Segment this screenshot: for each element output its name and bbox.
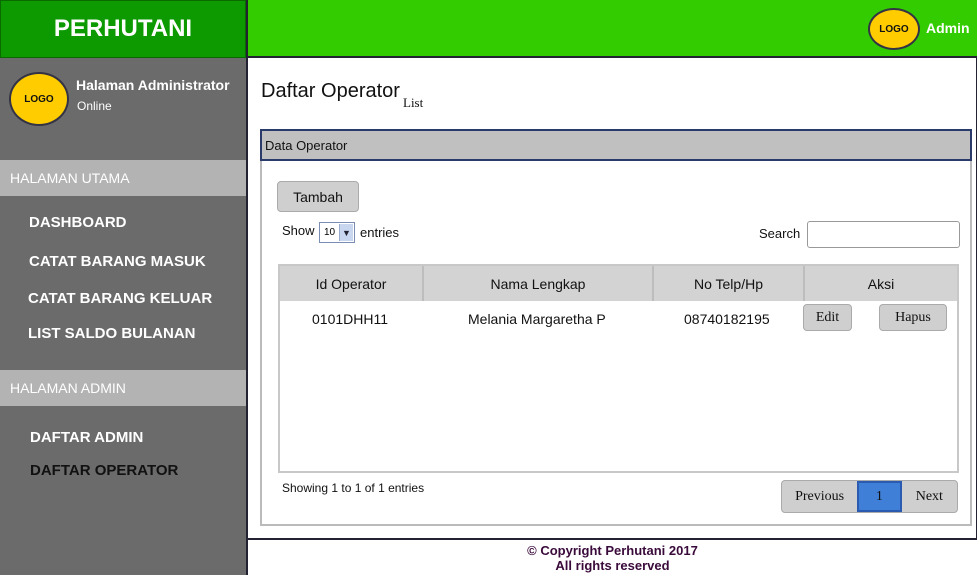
cell-name: Melania Margaretha P bbox=[468, 311, 606, 327]
topbar-logo-text: LOGO bbox=[879, 23, 909, 35]
search-input[interactable] bbox=[807, 221, 960, 248]
main-content: Daftar Operator List Data Operator Tamba… bbox=[246, 58, 977, 538]
operator-panel: Data Operator Tambah Show 10 ▼ entries S… bbox=[260, 129, 972, 526]
column-header-name[interactable]: Nama Lengkap bbox=[424, 266, 654, 301]
operator-table: Id Operator Nama Lengkap No Telp/Hp Aksi… bbox=[278, 264, 959, 473]
delete-button[interactable]: Hapus bbox=[879, 304, 947, 331]
sidebar-item-dashboard[interactable]: DASHBOARD bbox=[29, 214, 127, 231]
table-info: Showing 1 to 1 of 1 entries bbox=[282, 481, 425, 495]
show-label: Show bbox=[282, 223, 315, 238]
topbar-logo[interactable]: LOGO bbox=[868, 8, 920, 50]
footer-copyright: © Copyright Perhutani 2017 bbox=[527, 543, 698, 558]
footer-rights: All rights reserved bbox=[555, 558, 670, 573]
sidebar-user-status: Online bbox=[77, 99, 112, 113]
sidebar-item-daftar-admin[interactable]: DAFTAR ADMIN bbox=[30, 429, 143, 446]
page-title: Daftar Operator bbox=[261, 80, 400, 102]
sidebar-logo-text: LOGO bbox=[24, 93, 54, 105]
previous-page-button[interactable]: Previous bbox=[782, 481, 857, 512]
sidebar: LOGO Halaman Administrator Online HALAMA… bbox=[0, 58, 246, 575]
entries-label: entries bbox=[360, 225, 400, 240]
edit-button[interactable]: Edit bbox=[803, 304, 852, 331]
brand-header: PERHUTANI bbox=[0, 0, 246, 58]
next-page-button[interactable]: Next bbox=[902, 481, 957, 512]
add-button[interactable]: Tambah bbox=[277, 181, 359, 212]
sidebar-logo: LOGO bbox=[9, 72, 69, 126]
page-1-button[interactable]: 1 bbox=[857, 481, 902, 512]
brand-title: PERHUTANI bbox=[53, 15, 193, 42]
cell-phone: 08740182195 bbox=[684, 311, 770, 327]
pagination: Previous 1 Next bbox=[781, 480, 958, 513]
panel-header: Data Operator bbox=[260, 129, 972, 161]
sidebar-item-list-saldo-bulanan[interactable]: LIST SALDO BULANAN bbox=[28, 325, 196, 342]
app-root: PERHUTANI LOGO Halaman Administrator Onl… bbox=[0, 0, 977, 575]
cell-id: 0101DHH11 bbox=[312, 311, 389, 327]
sidebar-section-main: HALAMAN UTAMA bbox=[0, 160, 246, 196]
panel-title: Data Operator bbox=[265, 137, 348, 153]
entries-select-value: 10 bbox=[324, 227, 336, 238]
column-header-action: Aksi bbox=[867, 275, 895, 292]
page-subtitle: List bbox=[403, 95, 424, 110]
sidebar-item-daftar-operator[interactable]: DAFTAR OPERATOR bbox=[30, 462, 178, 479]
column-header-phone[interactable]: No Telp/Hp bbox=[654, 266, 805, 301]
sidebar-item-catat-barang-masuk[interactable]: CATAT BARANG MASUK bbox=[29, 253, 206, 270]
column-header-id[interactable]: Id Operator bbox=[280, 266, 424, 301]
sidebar-item-catat-barang-keluar[interactable]: CATAT BARANG KELUAR bbox=[28, 290, 212, 307]
topbar-user-label[interactable]: Admin bbox=[926, 20, 970, 36]
search-label: Search bbox=[759, 226, 801, 241]
table-header: Id Operator Nama Lengkap No Telp/Hp Aksi bbox=[280, 266, 957, 301]
entries-select[interactable]: 10 ▼ bbox=[319, 222, 355, 243]
sidebar-user-title: Halaman Administrator bbox=[76, 77, 230, 93]
top-bar: LOGO Admin bbox=[246, 0, 977, 58]
footer: © Copyright Perhutani 2017 All rights re… bbox=[246, 538, 977, 575]
chevron-down-icon: ▼ bbox=[339, 224, 353, 241]
sidebar-section-admin: HALAMAN ADMIN bbox=[0, 370, 246, 406]
